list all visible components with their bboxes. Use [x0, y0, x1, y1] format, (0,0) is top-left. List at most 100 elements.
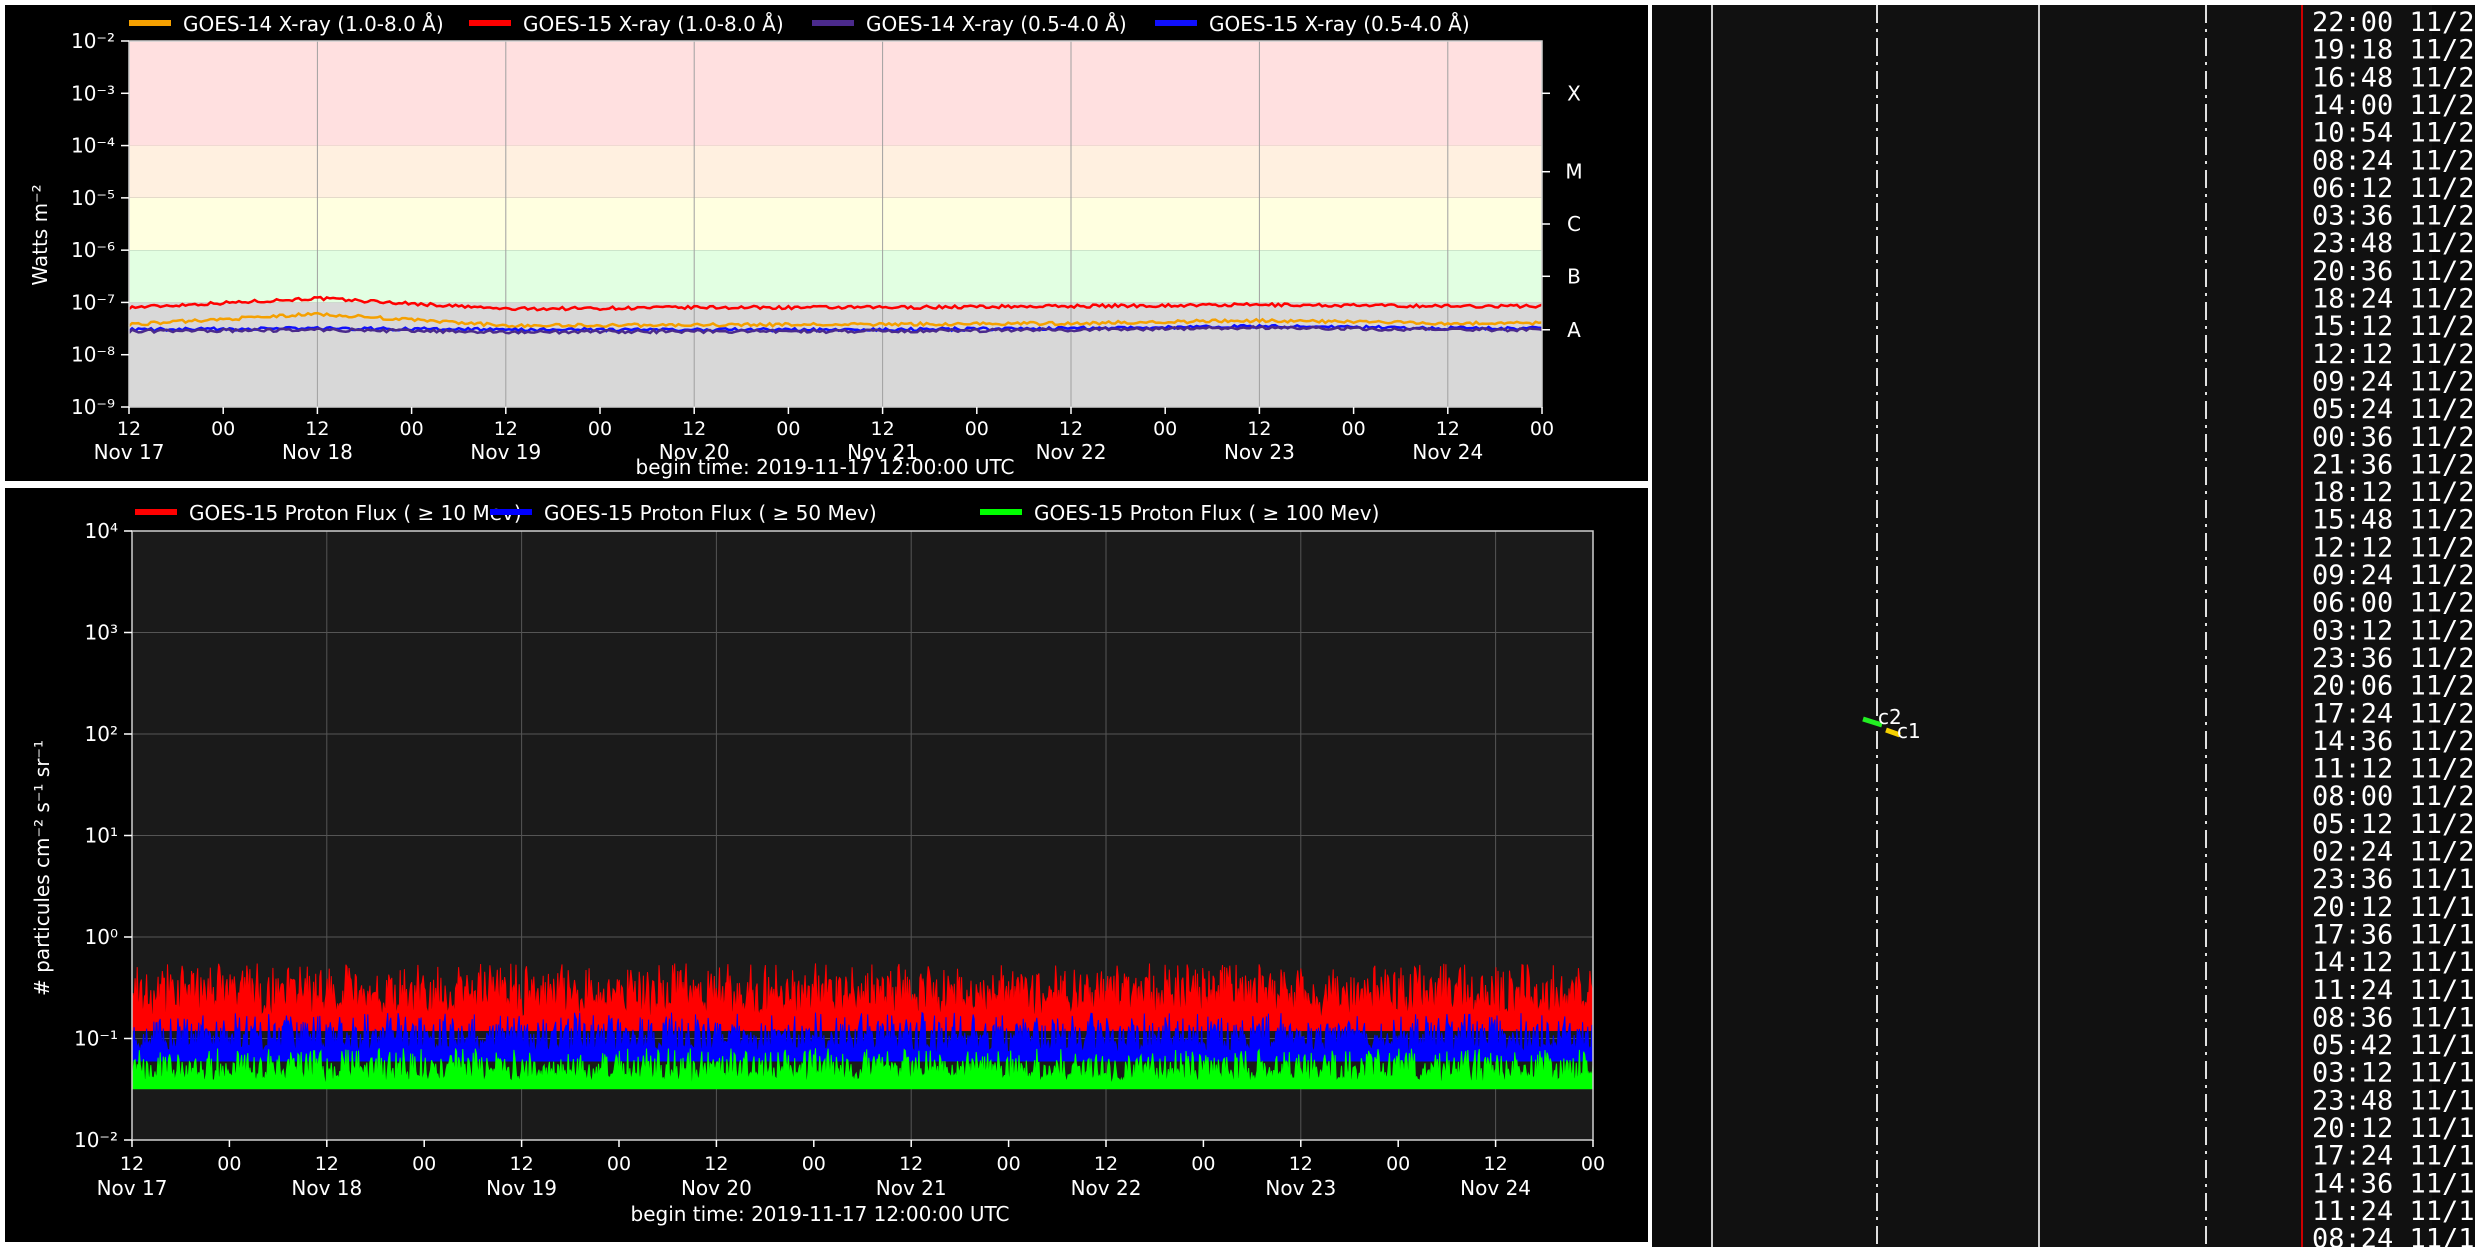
flare-band-A — [129, 302, 1542, 407]
timeline-time-label: 14:00 11/23 — [2312, 90, 2475, 121]
timeline-time-label: 06:00 11/21 — [2312, 588, 2475, 619]
xray-x-day-label: Nov 19 — [470, 440, 541, 464]
timeline-time-label: 08:00 11/20 — [2312, 781, 2475, 812]
flare-band-C — [129, 197, 1542, 251]
timeline-time-label: 10:54 11/23 — [2312, 118, 2475, 149]
xray-y-tick-label: 10⁻⁶ — [71, 238, 115, 262]
timeline-time-label: 14:36 11/18 — [2312, 1168, 2475, 1199]
proton-x-tick-label: 00 — [217, 1153, 241, 1175]
timeline-time-label: 23:48 11/18 — [2312, 1085, 2475, 1116]
xray-x-tick-label: 12 — [682, 418, 706, 440]
proton-x-tick-label: 12 — [120, 1153, 144, 1175]
proton-y-axis-label: # particules cm⁻² s⁻¹ sr⁻¹ — [30, 740, 54, 996]
proton-x-tick-label: 00 — [1581, 1153, 1605, 1175]
proton-legend: GOES-15 Proton Flux ( ≥ 10 Mev) GOES-15 P… — [135, 501, 1379, 525]
proton-y-tick-label: 10⁴ — [85, 519, 118, 543]
proton-x-tick-label: 12 — [315, 1153, 339, 1175]
proton-x-day-label: Nov 22 — [1071, 1176, 1142, 1200]
xray-x-day-label: Nov 23 — [1224, 440, 1295, 464]
xray-x-tick-label: 00 — [1342, 418, 1366, 440]
xray-footer: begin time: 2019-11-17 12:00:00 UTC — [636, 455, 1015, 479]
xray-legend-label: GOES-14 X-ray (0.5-4.0 Å) — [866, 12, 1127, 36]
timeline-time-label: 20:06 11/20 — [2312, 671, 2475, 702]
flare-class-label: M — [1565, 160, 1582, 184]
proton-x-tick-label: 12 — [899, 1153, 923, 1175]
xray-flux-chart: GOES-14 X-ray (1.0-8.0 Å) GOES-15 X-ray (… — [28, 12, 1583, 479]
timeline-time-label: 20:36 11/22 — [2312, 256, 2475, 287]
xray-x-day-label: Nov 18 — [282, 440, 353, 464]
proton-x-day-label: Nov 17 — [97, 1176, 168, 1200]
proton-x-tick-label: 12 — [1484, 1153, 1508, 1175]
xray-x-tick-label: 12 — [117, 418, 141, 440]
flare-band-B — [129, 250, 1542, 303]
timeline-time-label: 11:24 11/18 — [2312, 1196, 2475, 1227]
timeline-time-label: 23:48 11/22 — [2312, 228, 2475, 259]
timeline-time-label: 03:36 11/23 — [2312, 201, 2475, 232]
proton-legend-label: GOES-15 Proton Flux ( ≥ 100 Mev) — [1034, 501, 1379, 525]
proton-x-day-label: Nov 23 — [1265, 1176, 1336, 1200]
xray-x-tick-label: 12 — [1247, 418, 1271, 440]
xray-x-day-label: Nov 22 — [1036, 440, 1107, 464]
timeline-time-label: 12:12 11/21 — [2312, 532, 2475, 563]
flare-class-label: X — [1567, 81, 1581, 105]
proton-x-tick-label: 00 — [607, 1153, 631, 1175]
xray-y-tick-label: 10⁻⁷ — [71, 290, 115, 314]
flare-band-M — [129, 145, 1542, 198]
proton-plot-area: 10⁴10³10²10¹10⁰10⁻¹10⁻²12 00 12 00 12 00 12 00 1… — [74, 519, 1605, 1200]
proton-x-tick-label: 12 — [1289, 1153, 1313, 1175]
timeline-time-label: 02:24 11/20 — [2312, 837, 2475, 868]
proton-x-tick-label: 00 — [802, 1153, 826, 1175]
timeline-time-label: 22:00 11/23 — [2312, 7, 2475, 38]
timeline-time-label: 08:36 11/19 — [2312, 1002, 2475, 1033]
timeline-time-label: 09:24 11/21 — [2312, 560, 2475, 591]
timeline-time-label: 11:12 11/20 — [2312, 754, 2475, 785]
proton-y-tick-label: 10² — [85, 722, 118, 746]
proton-x-tick-label: 00 — [1386, 1153, 1410, 1175]
timeline-time-label: 18:24 11/22 — [2312, 284, 2475, 315]
xray-y-tick-label: 10⁻⁵ — [71, 186, 115, 210]
proton-x-day-label: Nov 18 — [291, 1176, 362, 1200]
flare-class-label: A — [1567, 318, 1581, 342]
timeline-time-label: 05:42 11/19 — [2312, 1030, 2475, 1061]
xray-plot-area: 10⁻² 10⁻³ 10⁻⁴ 10⁻⁵ 10⁻⁶ 10⁻⁷ 10⁻⁸ 10⁻⁹ X M C B A 12 0… — [71, 29, 1583, 464]
xray-legend: GOES-14 X-ray (1.0-8.0 Å) GOES-15 X-ray (… — [129, 12, 1470, 36]
xray-x-tick-label: 00 — [776, 418, 800, 440]
timeline-time-label: 19:18 11/23 — [2312, 35, 2475, 66]
xray-y-tick-label: 10⁻² — [71, 29, 115, 53]
timeline-time-label: 09:24 11/22 — [2312, 366, 2475, 397]
timeline-time-label: 17:24 11/18 — [2312, 1141, 2475, 1172]
xray-x-tick-label: 12 — [1436, 418, 1460, 440]
timeline-time-label: 20:12 11/19 — [2312, 892, 2475, 923]
proton-legend-label: GOES-15 Proton Flux ( ≥ 10 Mev) — [189, 501, 522, 525]
proton-footer: begin time: 2019-11-17 12:00:00 UTC — [631, 1202, 1010, 1226]
timeline-time-label: 18:12 11/21 — [2312, 477, 2475, 508]
proton-y-tick-label: 10¹ — [85, 824, 118, 848]
proton-x-tick-label: 12 — [510, 1153, 534, 1175]
proton-flux-panel: GOES-15 Proton Flux ( ≥ 10 Mev) GOES-15 P… — [5, 488, 1648, 1242]
timeline-time-label: 11:24 11/19 — [2312, 975, 2475, 1006]
xray-legend-label: GOES-14 X-ray (1.0-8.0 Å) — [183, 12, 444, 36]
xray-x-day-label: Nov 24 — [1412, 440, 1483, 464]
proton-x-day-label: Nov 20 — [681, 1176, 752, 1200]
timeline-time-label: 14:12 11/19 — [2312, 947, 2475, 978]
timeline-time-label: 03:12 11/19 — [2312, 1058, 2475, 1089]
proton-y-tick-label: 10⁻¹ — [74, 1027, 118, 1051]
timeline-time-label: 21:36 11/21 — [2312, 449, 2475, 480]
timeline-time-label: 00:36 11/22 — [2312, 422, 2475, 453]
timeline-time-label: 17:24 11/20 — [2312, 698, 2475, 729]
xray-x-tick-label: 12 — [305, 418, 329, 440]
xray-x-tick-label: 12 — [871, 418, 895, 440]
timeline-time-label: 16:48 11/23 — [2312, 62, 2475, 93]
flare-class-label: B — [1567, 264, 1581, 288]
xray-flux-panel: GOES-14 X-ray (1.0-8.0 Å) GOES-15 X-ray (… — [5, 5, 1648, 481]
xray-x-tick-label: 12 — [1059, 418, 1083, 440]
proton-x-tick-label: 00 — [412, 1153, 436, 1175]
timeline-time-label: 14:36 11/20 — [2312, 726, 2475, 757]
timeline-time-list: 22:00 11/2319:18 11/2316:48 11/2314:00 1… — [2312, 7, 2475, 1251]
proton-x-day-label: Nov 19 — [486, 1176, 557, 1200]
timeline-time-label: 23:36 11/19 — [2312, 864, 2475, 895]
xray-x-tick-label: 00 — [1530, 418, 1554, 440]
proton-y-tick-label: 10³ — [85, 621, 118, 645]
xray-legend-label: GOES-15 X-ray (0.5-4.0 Å) — [1209, 12, 1470, 36]
flare-band-X — [129, 41, 1542, 146]
